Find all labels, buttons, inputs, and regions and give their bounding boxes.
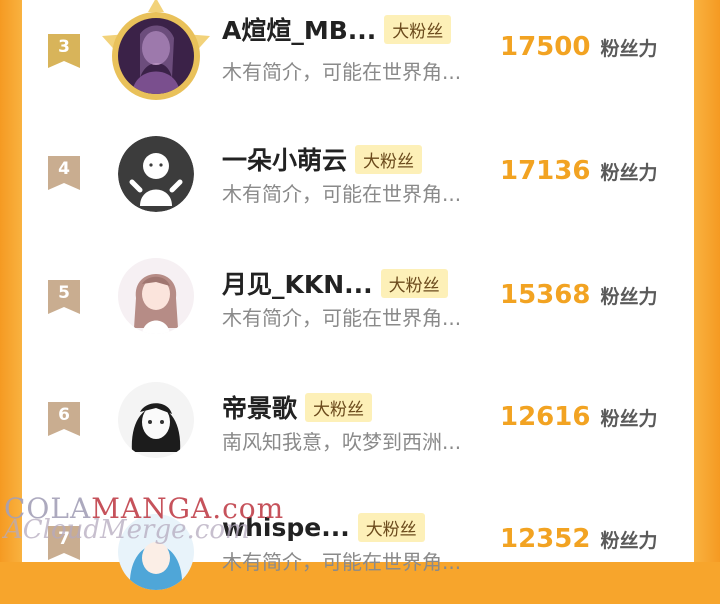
score-unit: 粉丝力: [600, 38, 658, 60]
user-bio: 南风知我意，吹梦到西洲...: [222, 430, 462, 454]
rank-number: 5: [58, 283, 70, 303]
fan-tag: 大粉丝: [357, 512, 425, 542]
score-block: 12616 粉丝力: [500, 402, 657, 442]
ranking-panel: 3 A煊煊_MB... 大粉丝 木有简介，可能在世界角... 17500 粉丝力…: [22, 0, 694, 590]
rank-number: 7: [58, 529, 70, 549]
rank-badge: 5: [48, 280, 80, 314]
score-value: 12616: [500, 402, 591, 432]
ranking-row[interactable]: 4 一朵小萌云 大粉丝 木有简介，可能在世界角... 17136 粉丝力: [22, 112, 694, 232]
score-unit: 粉丝力: [600, 286, 658, 308]
user-avatar[interactable]: [118, 514, 194, 590]
name-line: 月见_KKN... 大粉丝: [222, 266, 448, 300]
ranking-row[interactable]: 6 帝景歌 大粉丝 南风知我意，吹梦到西洲... 12616 粉丝力: [22, 360, 694, 480]
name-line: A煊煊_MB... 大粉丝: [222, 11, 452, 47]
ranking-row[interactable]: 5 月见_KKN... 大粉丝 木有简介，可能在世界角... 15368 粉丝力: [22, 236, 694, 356]
name-line: whispe... 大粉丝: [222, 510, 425, 544]
user-name[interactable]: 月见_KKN...: [222, 265, 373, 301]
score-unit: 粉丝力: [600, 530, 658, 552]
score-value: 12352: [500, 524, 591, 554]
rank-badge: 3: [48, 34, 80, 68]
score-block: 17136 粉丝力: [500, 156, 657, 196]
user-name[interactable]: 帝景歌: [222, 389, 297, 425]
rank-badge: 4: [48, 156, 80, 190]
user-avatar[interactable]: [118, 136, 194, 212]
fan-tag: 大粉丝: [380, 268, 448, 298]
fan-tag: 大粉丝: [384, 14, 452, 44]
user-name[interactable]: 一朵小萌云: [222, 141, 347, 177]
user-bio: 木有简介，可能在世界角...: [222, 550, 462, 574]
user-bio: 木有简介，可能在世界角...: [222, 182, 462, 206]
score-unit: 粉丝力: [600, 162, 658, 184]
user-name[interactable]: whispe...: [222, 513, 350, 542]
name-line: 一朵小萌云 大粉丝: [222, 141, 423, 177]
fan-tag: 大粉丝: [355, 144, 423, 174]
ranking-row[interactable]: 7 whispe... 大粉丝 木有简介，可能在世界角... 12352 粉丝力: [22, 484, 694, 604]
score-value: 17500: [500, 32, 591, 62]
score-value: 15368: [500, 280, 591, 310]
rank-badge: 6: [48, 402, 80, 436]
score-block: 15368 粉丝力: [500, 280, 657, 320]
user-bio: 木有简介，可能在世界角...: [222, 306, 462, 330]
user-avatar[interactable]: [118, 382, 194, 458]
rank-number: 4: [58, 159, 70, 179]
rank-number: 6: [58, 405, 70, 425]
rank-badge: 7: [48, 526, 80, 560]
user-bio: 木有简介，可能在世界角...: [222, 60, 462, 84]
right-frame: [694, 0, 720, 562]
left-frame: [0, 0, 22, 562]
score-unit: 粉丝力: [600, 408, 658, 430]
name-line: 帝景歌 大粉丝: [222, 389, 373, 425]
rank-number: 3: [58, 37, 70, 57]
fan-tag: 大粉丝: [305, 392, 373, 422]
score-block: 12352 粉丝力: [500, 524, 657, 564]
user-name[interactable]: A煊煊_MB...: [222, 11, 376, 47]
user-avatar[interactable]: [118, 258, 194, 334]
ranking-row[interactable]: 3 A煊煊_MB... 大粉丝 木有简介，可能在世界角... 17500 粉丝力: [22, 0, 694, 112]
user-avatar[interactable]: [118, 18, 194, 94]
score-value: 17136: [500, 156, 591, 186]
score-block: 17500 粉丝力: [500, 32, 657, 72]
